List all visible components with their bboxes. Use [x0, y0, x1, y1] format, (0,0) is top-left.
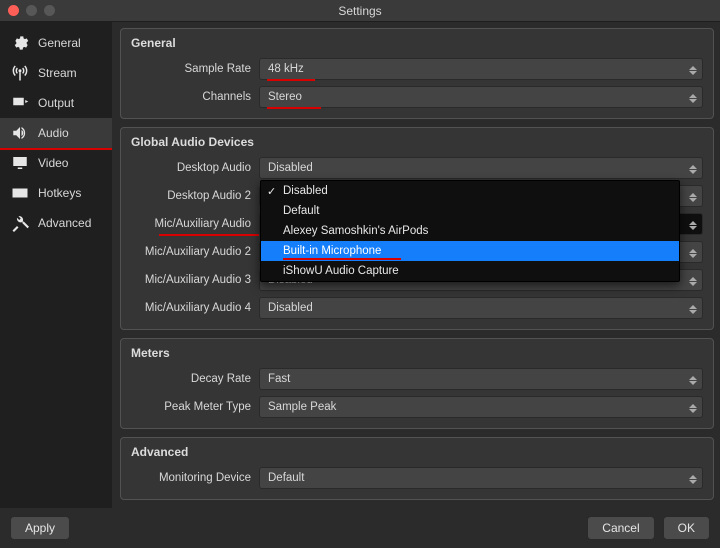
sidebar-item-video[interactable]: Video: [0, 148, 112, 178]
annotation-underline: [267, 107, 321, 109]
select-value: Default: [268, 472, 304, 484]
section-title: Advanced: [131, 445, 703, 459]
annotation-underline: [159, 234, 259, 236]
dropdown-option[interactable]: Built-in Microphone: [261, 241, 679, 261]
select-value: 48 kHz: [268, 63, 304, 75]
tools-icon: [10, 214, 30, 232]
select-value: Fast: [268, 373, 290, 385]
speaker-icon: [10, 124, 30, 142]
sidebar-item-label: Audio: [38, 126, 69, 140]
window-title: Settings: [0, 4, 720, 18]
channels-select[interactable]: Stereo: [259, 86, 703, 108]
sidebar-item-label: Output: [38, 96, 74, 110]
titlebar: Settings: [0, 0, 720, 22]
dropdown-option[interactable]: Alexey Samoshkin's AirPods: [261, 221, 679, 241]
sidebar-item-label: Stream: [38, 66, 77, 80]
mic-aux-dropdown[interactable]: ✓ Disabled Default Alexey Samoshkin's AirPo…: [260, 180, 680, 282]
window-zoom-button[interactable]: [44, 5, 55, 16]
dropdown-option[interactable]: ✓ Disabled: [261, 181, 679, 201]
window-minimize-button[interactable]: [26, 5, 37, 16]
stepper-icon: [689, 400, 699, 416]
annotation-underline: [283, 258, 401, 260]
select-value: Disabled: [268, 302, 313, 314]
section-title: Global Audio Devices: [131, 135, 703, 149]
dropdown-option-label: Alexey Samoshkin's AirPods: [283, 225, 428, 237]
antenna-icon: [10, 64, 30, 82]
channels-label: Channels: [131, 91, 259, 103]
desktop-audio2-label: Desktop Audio 2: [131, 190, 259, 202]
stepper-icon: [689, 372, 699, 388]
decay-rate-label: Decay Rate: [131, 373, 259, 385]
section-general: General Sample Rate 48 kHz Channels Ster…: [120, 28, 714, 119]
sidebar-item-hotkeys[interactable]: Hotkeys: [0, 178, 112, 208]
stepper-icon: [689, 217, 699, 233]
stepper-icon: [689, 245, 699, 261]
check-icon: ✓: [267, 185, 276, 198]
decay-rate-select[interactable]: Fast: [259, 368, 703, 390]
ok-button[interactable]: OK: [663, 516, 710, 540]
dropdown-option[interactable]: Default: [261, 201, 679, 221]
sidebar-item-label: Advanced: [38, 216, 91, 230]
stepper-icon: [689, 161, 699, 177]
annotation-underline: [267, 79, 315, 81]
stepper-icon: [689, 189, 699, 205]
sidebar-item-label: Video: [38, 156, 68, 170]
sample-rate-select[interactable]: 48 kHz: [259, 58, 703, 80]
dropdown-option-label: Disabled: [283, 185, 328, 197]
select-value: Disabled: [268, 162, 313, 174]
monitoring-device-select[interactable]: Default: [259, 467, 703, 489]
keyboard-icon: [10, 184, 30, 202]
mic-aux2-label: Mic/Auxiliary Audio 2: [131, 246, 259, 258]
section-title: Meters: [131, 346, 703, 360]
sidebar-item-label: Hotkeys: [38, 186, 81, 200]
section-title: General: [131, 36, 703, 50]
sidebar-item-advanced[interactable]: Advanced: [0, 208, 112, 238]
mic-aux-label: Mic/Auxiliary Audio: [131, 218, 259, 230]
peak-meter-select[interactable]: Sample Peak: [259, 396, 703, 418]
stepper-icon: [689, 273, 699, 289]
desktop-audio-label: Desktop Audio: [131, 162, 259, 174]
mic-aux4-label: Mic/Auxiliary Audio 4: [131, 302, 259, 314]
sidebar: General Stream Output Audio Video Hotkey…: [0, 22, 112, 508]
apply-button[interactable]: Apply: [10, 516, 70, 540]
select-value: Sample Peak: [268, 401, 336, 413]
output-icon: [10, 94, 30, 112]
monitor-icon: [10, 154, 30, 172]
sidebar-item-stream[interactable]: Stream: [0, 58, 112, 88]
cancel-button[interactable]: Cancel: [587, 516, 654, 540]
sidebar-item-audio[interactable]: Audio: [0, 118, 112, 148]
window-close-button[interactable]: [8, 5, 19, 16]
monitoring-device-label: Monitoring Device: [131, 472, 259, 484]
peak-meter-label: Peak Meter Type: [131, 401, 259, 413]
sidebar-item-label: General: [38, 36, 81, 50]
stepper-icon: [689, 471, 699, 487]
dropdown-option-label: Default: [283, 205, 319, 217]
section-meters: Meters Decay Rate Fast Peak Meter Type S…: [120, 338, 714, 429]
stepper-icon: [689, 62, 699, 78]
stepper-icon: [689, 90, 699, 106]
mic-aux4-select[interactable]: Disabled: [259, 297, 703, 319]
dropdown-option-label: iShowU Audio Capture: [283, 265, 399, 277]
desktop-audio-select[interactable]: Disabled: [259, 157, 703, 179]
stepper-icon: [689, 301, 699, 317]
mic-aux3-label: Mic/Auxiliary Audio 3: [131, 274, 259, 286]
section-advanced: Advanced Monitoring Device Default: [120, 437, 714, 500]
sidebar-item-output[interactable]: Output: [0, 88, 112, 118]
select-value: Stereo: [268, 91, 302, 103]
gear-icon: [10, 34, 30, 52]
dropdown-option[interactable]: iShowU Audio Capture: [261, 261, 679, 281]
sample-rate-label: Sample Rate: [131, 63, 259, 75]
sidebar-item-general[interactable]: General: [0, 28, 112, 58]
dropdown-option-label: Built-in Microphone: [283, 245, 381, 257]
footer: Apply Cancel OK: [0, 508, 720, 548]
